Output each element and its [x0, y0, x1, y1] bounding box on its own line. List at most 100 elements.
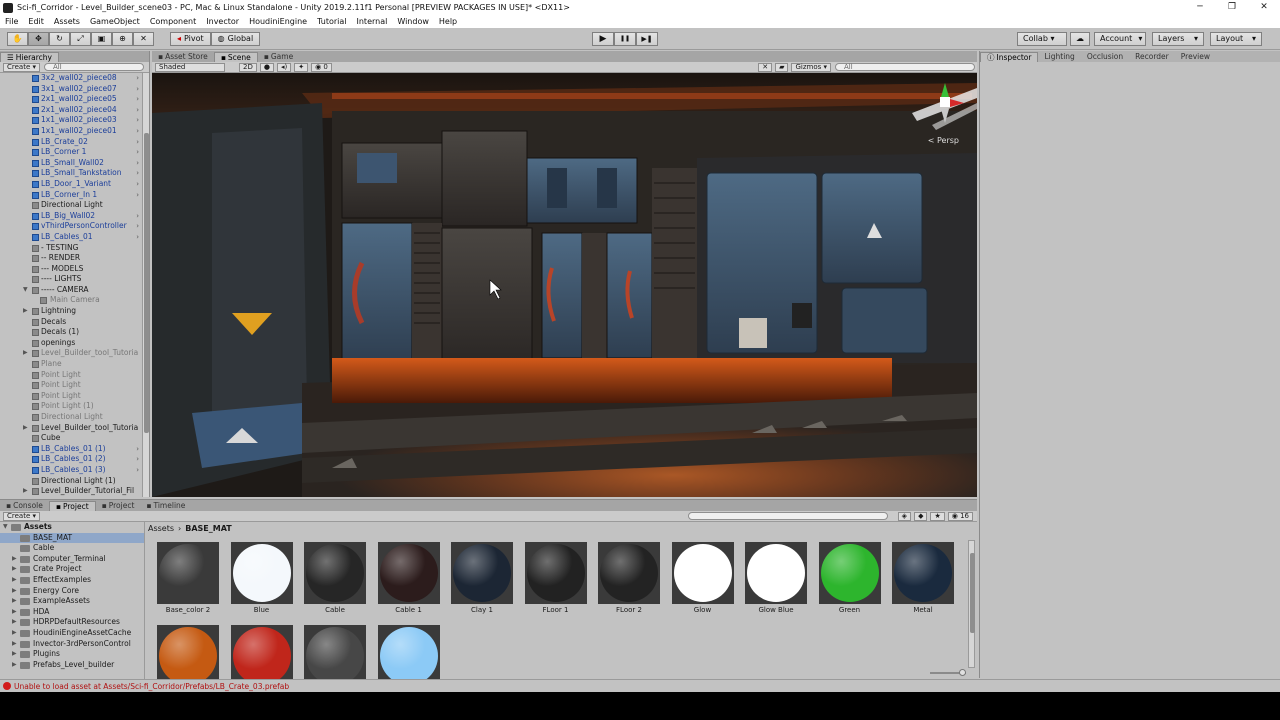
collapsed-arrow-icon[interactable]: ▶	[23, 423, 28, 434]
status-bar[interactable]: Unable to load asset at Assets/Sci-fi_Co…	[0, 679, 1280, 692]
project-folder-item[interactable]: ▶ ExampleAssets	[0, 596, 144, 607]
chevron-right-icon[interactable]: ›	[136, 168, 139, 179]
scene-viewport[interactable]: < Persp	[152, 73, 977, 497]
audio-toggle[interactable]: ◂)	[276, 62, 292, 72]
chevron-right-icon[interactable]: ›	[136, 232, 139, 243]
maximize-button[interactable]: ❐	[1216, 0, 1248, 15]
menu-edit[interactable]: Edit	[23, 17, 49, 26]
collapsed-arrow-icon[interactable]: ▶	[12, 554, 17, 565]
tab-timeline-3[interactable]: ▪ Timeline	[140, 501, 191, 511]
menu-tutorial[interactable]: Tutorial	[312, 17, 351, 26]
hierarchy-item[interactable]: Point Light	[0, 391, 143, 402]
tab-recorder[interactable]: Recorder	[1129, 52, 1175, 62]
project-folder-item[interactable]: ▶ Invector-3rdPersonControl	[0, 639, 144, 650]
scene-tools-button[interactable]: ✕	[758, 62, 773, 72]
scrollbar-thumb[interactable]	[970, 553, 975, 633]
chevron-right-icon[interactable]: ›	[136, 179, 139, 190]
project-folder-item[interactable]: ▶ Energy Core	[0, 586, 144, 597]
hierarchy-item[interactable]: 1x1_wall02_piece03 ›	[0, 115, 143, 126]
menu-component[interactable]: Component	[145, 17, 201, 26]
hierarchy-item[interactable]: Directional Light	[0, 412, 143, 423]
hand-tool-icon[interactable]: ✋	[7, 32, 28, 46]
collapsed-arrow-icon[interactable]: ▶	[12, 617, 17, 628]
hierarchy-item[interactable]: Directional Light (1)	[0, 476, 143, 487]
hierarchy-item[interactable]: ▶ Level_Builder_tool_Tutoria	[0, 348, 143, 359]
transform-tool-icon[interactable]: ⊕	[112, 32, 133, 46]
chevron-right-icon[interactable]: ›	[136, 73, 139, 84]
hierarchy-item[interactable]: Main Camera	[0, 295, 143, 306]
chevron-right-icon[interactable]: ›	[136, 147, 139, 158]
collapsed-arrow-icon[interactable]: ▶	[12, 607, 17, 618]
scrollbar-thumb[interactable]	[144, 133, 149, 433]
shading-mode-dropdown[interactable]: Shaded	[155, 62, 225, 72]
camera-settings-button[interactable]: ▰	[775, 62, 789, 72]
minimize-button[interactable]: ─	[1184, 0, 1216, 15]
tab-project-2[interactable]: ▪ Project	[96, 501, 141, 511]
collapsed-arrow-icon[interactable]: ▶	[12, 564, 17, 575]
chevron-right-icon[interactable]: ›	[136, 190, 139, 201]
hierarchy-item[interactable]: Plane	[0, 359, 143, 370]
project-search-input[interactable]	[687, 512, 888, 520]
hierarchy-item[interactable]: Decals	[0, 317, 143, 328]
material-asset[interactable]: Clay 1	[450, 542, 514, 614]
tab-console-0[interactable]: ▪ Console	[0, 501, 49, 511]
hierarchy-item[interactable]: LB_Cables_01 ›	[0, 232, 143, 243]
hidden-objects-toggle[interactable]: ◉ 0	[311, 62, 332, 72]
hierarchy-item[interactable]: 3x1_wall02_piece07 ›	[0, 84, 143, 95]
menu-file[interactable]: File	[0, 17, 23, 26]
hierarchy-item[interactable]: -- RENDER	[0, 253, 143, 264]
tab-asset-store[interactable]: ▪ Asset Store	[152, 52, 214, 62]
material-asset[interactable]: Blue	[230, 542, 294, 614]
hierarchy-item[interactable]: ▶ Level_Builder_tool_Tutoria	[0, 423, 143, 434]
expanded-arrow-icon[interactable]: ▼	[3, 522, 8, 533]
material-asset[interactable]	[303, 625, 367, 679]
hierarchy-item[interactable]: LB_Big_Wall02 ›	[0, 211, 143, 222]
project-folder-item[interactable]: ▶ HoudiniEngineAssetCache	[0, 628, 144, 639]
slider-handle[interactable]	[959, 669, 966, 676]
global-toggle[interactable]: ◍ Global	[210, 32, 261, 46]
project-folder-item[interactable]: ▶ EffectExamples	[0, 575, 144, 586]
hierarchy-item[interactable]: Cube	[0, 433, 143, 444]
tab-preview[interactable]: Preview	[1175, 52, 1216, 62]
hierarchy-item[interactable]: LB_Cables_01 (1) ›	[0, 444, 143, 455]
tab-lighting[interactable]: Lighting	[1038, 52, 1080, 62]
collapsed-arrow-icon[interactable]: ▶	[12, 596, 17, 607]
menu-internal[interactable]: Internal	[352, 17, 393, 26]
chevron-right-icon[interactable]: ›	[136, 115, 139, 126]
hierarchy-item[interactable]: --- MODELS	[0, 264, 143, 275]
lighting-toggle[interactable]: ●	[259, 62, 274, 72]
thumbnail-size-slider[interactable]	[930, 669, 966, 676]
hierarchy-item[interactable]: 2x1_wall02_piece05 ›	[0, 94, 143, 105]
step-button[interactable]: ▶❚	[636, 32, 658, 46]
hierarchy-item[interactable]: Point Light	[0, 380, 143, 391]
breadcrumb-assets[interactable]: Assets	[148, 524, 174, 533]
move-tool-icon[interactable]: ✥	[28, 32, 49, 46]
hierarchy-item[interactable]: LB_Small_Tankstation ›	[0, 168, 143, 179]
project-folder-item[interactable]: ▶ Plugins	[0, 649, 144, 660]
chevron-right-icon[interactable]: ›	[136, 465, 139, 476]
cloud-button[interactable]: ☁	[1070, 32, 1090, 46]
material-asset[interactable]: Cable	[303, 542, 367, 614]
hierarchy-item[interactable]: vThirdPersonController ›	[0, 221, 143, 232]
chevron-right-icon[interactable]: ›	[136, 454, 139, 465]
gizmos-dropdown[interactable]: Gizmos ▾	[791, 62, 831, 72]
hierarchy-item[interactable]: LB_Corner 1 ›	[0, 147, 143, 158]
material-asset[interactable]	[377, 625, 441, 679]
chevron-right-icon[interactable]: ›	[136, 444, 139, 455]
search-by-label-button[interactable]: ◆	[914, 511, 928, 521]
collapsed-arrow-icon[interactable]: ▶	[12, 649, 17, 660]
2d-toggle[interactable]: 2D	[239, 62, 257, 72]
menu-help[interactable]: Help	[434, 17, 462, 26]
material-asset[interactable]	[156, 625, 220, 679]
collapsed-arrow-icon[interactable]: ▶	[12, 660, 17, 671]
hierarchy-create-dropdown[interactable]: Create ▾	[3, 62, 40, 72]
menu-assets[interactable]: Assets	[49, 17, 85, 26]
collapsed-arrow-icon[interactable]: ▶	[12, 639, 17, 650]
collapsed-arrow-icon[interactable]: ▶	[23, 306, 28, 317]
hierarchy-item[interactable]: Point Light (1)	[0, 401, 143, 412]
layout-dropdown[interactable]: Layout ▾	[1210, 32, 1262, 46]
material-asset[interactable]: Green	[818, 542, 882, 614]
perspective-label[interactable]: < Persp	[928, 136, 959, 145]
hierarchy-item[interactable]: 3x2_wall02_piece08 ›	[0, 73, 143, 84]
custom-tool-icon[interactable]: ✕	[133, 32, 154, 46]
